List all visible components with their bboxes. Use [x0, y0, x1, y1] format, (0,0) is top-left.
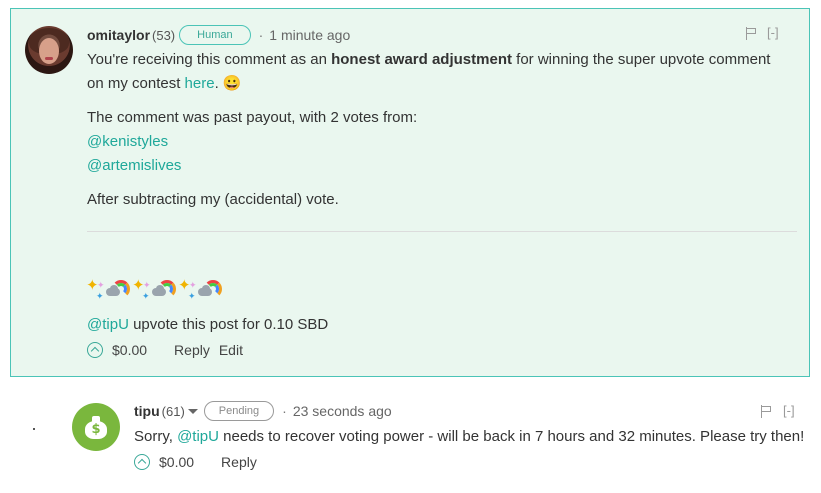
- tipu-mention-link[interactable]: @tipU: [87, 316, 129, 333]
- comment-timestamp[interactable]: 1 minute ago: [269, 27, 350, 43]
- comment-timestamp[interactable]: 23 seconds ago: [293, 403, 392, 419]
- omitaylor-avatar[interactable]: [25, 26, 73, 74]
- sparkles-icon: ✦ ✦ ✦: [86, 277, 105, 301]
- payout-value[interactable]: $0.00: [159, 454, 194, 470]
- edit-button[interactable]: Edit: [219, 342, 243, 358]
- reply-button[interactable]: Reply: [174, 342, 210, 358]
- separator-dot: ·: [282, 403, 287, 419]
- rainbow-icon: [152, 278, 178, 298]
- pending-badge: Pending: [203, 401, 275, 421]
- reply-actions: $0.00 Reply: [134, 454, 257, 470]
- collapse-toggle[interactable]: [-]: [783, 403, 795, 418]
- tipu-avatar[interactable]: $: [72, 403, 120, 451]
- comment-body-para1: You're receiving this comment as an hone…: [87, 51, 771, 92]
- flag-icon[interactable]: [745, 27, 757, 40]
- reply-body: Sorry, @tipU needs to recover voting pow…: [134, 428, 805, 445]
- author-reputation: (53): [152, 27, 176, 43]
- thread-marker: [33, 428, 35, 430]
- payout-value[interactable]: $0.00: [112, 342, 147, 358]
- bold-phrase: honest award adjustment: [331, 51, 512, 68]
- comment-body-para3: After subtracting my (accidental) vote.: [87, 191, 339, 208]
- voter-link-kenistyles[interactable]: @kenistyles: [87, 133, 168, 150]
- human-badge: Human: [179, 25, 251, 45]
- divider: [87, 231, 797, 232]
- separator-dot: ·: [258, 27, 264, 43]
- chevron-down-icon[interactable]: [187, 408, 198, 414]
- tip-command: @tipU upvote this post for 0.10 SBD: [87, 316, 329, 333]
- reply-button[interactable]: Reply: [221, 454, 257, 470]
- flag-icon[interactable]: [760, 405, 772, 418]
- voter-link-artemislives[interactable]: @artemislives: [87, 157, 181, 174]
- reply-header: tipu (61) Pending · 23 seconds ago: [134, 401, 392, 421]
- author-reputation: (61): [161, 403, 185, 419]
- tipu-mention-link[interactable]: @tipU: [177, 428, 219, 445]
- comment-header: omitaylor (53) Human · 1 minute ago: [87, 25, 350, 45]
- moneybag-icon: $: [85, 415, 107, 439]
- emoji-row: ✦ ✦ ✦ ✦ ✦ ✦ ✦ ✦ ✦: [86, 277, 224, 301]
- upvote-icon[interactable]: [134, 454, 150, 470]
- upvote-icon[interactable]: [87, 342, 103, 358]
- sparkles-icon: ✦ ✦ ✦: [178, 277, 197, 301]
- author-name[interactable]: omitaylor: [87, 27, 150, 43]
- author-name[interactable]: tipu: [134, 403, 160, 419]
- contest-link[interactable]: here: [185, 75, 215, 92]
- comment-body-para2: The comment was past payout, with 2 vote…: [87, 109, 418, 174]
- collapse-toggle[interactable]: [-]: [767, 25, 779, 40]
- rainbow-icon: [198, 278, 224, 298]
- sparkles-icon: ✦ ✦ ✦: [132, 277, 151, 301]
- rainbow-icon: [106, 278, 132, 298]
- comment-actions: $0.00 Reply Edit: [87, 342, 243, 358]
